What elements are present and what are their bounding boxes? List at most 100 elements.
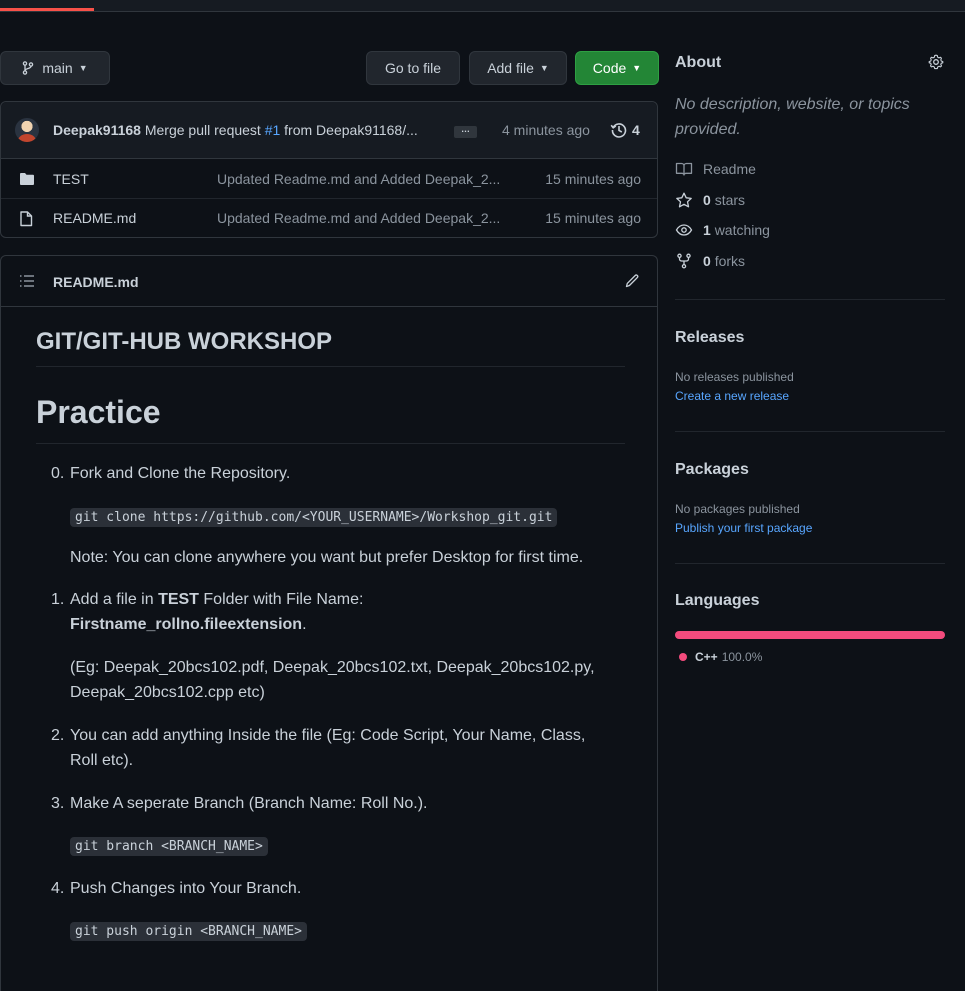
list-text: . <box>302 616 307 633</box>
file-browser: Deepak91168 Merge pull request #1 from D… <box>0 101 658 238</box>
go-to-file-button[interactable]: Go to file <box>366 51 460 85</box>
list-text: Roll etc). <box>70 752 134 769</box>
stars-label: stars <box>714 192 746 208</box>
stars-link[interactable]: 0 stars <box>675 192 745 208</box>
commit-time[interactable]: 4 minutes ago <box>502 122 590 138</box>
language-percent: 100.0% <box>721 650 763 664</box>
list-bold: Firstname_rollno.fileextension <box>70 616 303 633</box>
readme-link[interactable]: Readme <box>675 161 756 177</box>
commit-history-link[interactable]: 4 <box>610 121 640 139</box>
releases-title[interactable]: Releases <box>675 329 744 347</box>
example-text: (Eg: Deepak_20bcs102.pdf, Deepak_20bcs10… <box>70 655 595 705</box>
commit-author[interactable]: Deepak91168 <box>53 122 141 138</box>
list-item: 1. Add a file in TEST Folder with File N… <box>51 587 630 637</box>
avatar[interactable] <box>15 118 39 142</box>
commit-message-suffix[interactable]: from Deepak91168/... <box>284 122 418 138</box>
list-number: 4. <box>51 880 65 897</box>
language-item[interactable]: C++ 100.0% <box>679 650 762 664</box>
edit-pencil-icon[interactable] <box>624 273 640 292</box>
file-row[interactable]: TEST Updated Readme.md and Added Deepak_… <box>1 160 657 199</box>
no-packages-text: No packages published <box>675 502 800 516</box>
language-color-dot <box>679 653 687 661</box>
file-icon <box>19 211 33 230</box>
readme-panel: README.md GIT/GIT-HUB WORKSHOP Practice … <box>0 255 658 991</box>
forks-label: forks <box>714 253 746 269</box>
list-item: 3. Make A seperate Branch (Branch Name: … <box>51 791 428 816</box>
commit-count: 4 <box>632 122 640 138</box>
branch-select-button[interactable]: main ▼ <box>0 51 110 85</box>
watching-label: watching <box>714 222 770 238</box>
about-title: About <box>675 54 722 71</box>
watching-count: 1 <box>703 222 711 238</box>
example-line: (Eg: Deepak_20bcs102.pdf, Deepak_20bcs10… <box>70 659 595 676</box>
code-snippet: git branch <BRANCH_NAME> <box>70 837 268 856</box>
file-name[interactable]: README.md <box>53 210 136 226</box>
list-number: 0. <box>51 465 65 482</box>
stars-count: 0 <box>703 192 711 208</box>
chevron-down-icon: ▼ <box>632 63 642 73</box>
file-commit-time: 15 minutes ago <box>545 210 641 226</box>
about-desc-line: No description, website, or topics <box>675 96 910 113</box>
gear-icon[interactable] <box>928 54 944 73</box>
create-release-link[interactable]: Create a new release <box>675 389 789 403</box>
top-strip <box>0 0 965 12</box>
chevron-down-icon: ▼ <box>78 63 88 73</box>
watching-link[interactable]: 1 watching <box>675 222 770 238</box>
code-button[interactable]: Code ▼ <box>575 51 659 85</box>
language-bar[interactable] <box>675 631 945 639</box>
list-text: You can add anything Inside the file (Eg… <box>70 727 586 744</box>
readme-heading-practice: Practice <box>36 394 625 444</box>
readme-header: README.md <box>1 256 657 307</box>
divider <box>675 563 945 564</box>
readme-label: Readme <box>703 161 756 177</box>
folder-icon <box>19 172 35 189</box>
chevron-down-icon: ▼ <box>539 63 549 73</box>
expand-commit-button[interactable]: … <box>454 125 477 138</box>
go-to-file-label: Go to file <box>384 60 442 76</box>
file-commit-message[interactable]: Updated Readme.md and Added Deepak_2... <box>217 171 522 187</box>
list-number: 3. <box>51 795 65 812</box>
list-bold: TEST <box>158 591 199 608</box>
languages-title: Languages <box>675 592 760 609</box>
note-text: Note: You can clone anywhere you want bu… <box>70 549 584 566</box>
code-label: Code <box>592 60 627 76</box>
divider <box>675 299 945 300</box>
pull-request-link[interactable]: #1 <box>265 122 281 138</box>
list-item: 4. Push Changes into Your Branch. <box>51 876 302 901</box>
code-snippet: git clone https://github.com/<YOUR_USERN… <box>70 508 558 527</box>
branch-label: main <box>42 60 73 76</box>
list-icon[interactable] <box>19 274 35 291</box>
list-number: 2. <box>51 727 65 744</box>
packages-title[interactable]: Packages <box>675 461 749 479</box>
example-line: Deepak_20bcs102.cpp etc) <box>70 684 265 701</box>
list-number: 1. <box>51 591 65 608</box>
file-commit-message[interactable]: Updated Readme.md and Added Deepak_2... <box>217 210 522 226</box>
list-text: Fork and Clone the Repository. <box>70 465 291 482</box>
language-name: C++ <box>695 650 718 664</box>
forks-link[interactable]: 0 forks <box>675 253 745 269</box>
file-row[interactable]: README.md Updated Readme.md and Added De… <box>1 199 657 238</box>
no-releases-text: No releases published <box>675 370 794 384</box>
list-text: Add a file in <box>70 591 159 608</box>
forks-count: 0 <box>703 253 711 269</box>
fork-icon <box>675 253 693 269</box>
star-icon <box>675 192 693 208</box>
list-text: Folder with File Name: <box>198 591 364 608</box>
list-item: 0. Fork and Clone the Repository. <box>51 461 291 486</box>
about-desc-line: provided. <box>675 121 741 138</box>
publish-package-link[interactable]: Publish your first package <box>675 521 812 535</box>
book-icon <box>675 161 693 177</box>
list-item: 2. You can add anything Inside the file … <box>51 723 586 773</box>
list-text: Make A seperate Branch (Branch Name: Rol… <box>70 795 428 812</box>
commit-message-prefix[interactable]: Merge pull request <box>145 122 261 138</box>
readme-heading-workshop: GIT/GIT-HUB WORKSHOP <box>36 328 625 367</box>
list-text: Push Changes into Your Branch. <box>70 880 302 897</box>
file-name[interactable]: TEST <box>53 171 89 187</box>
latest-commit-bar: Deepak91168 Merge pull request #1 from D… <box>1 102 657 159</box>
git-branch-icon <box>22 61 34 75</box>
history-icon <box>610 121 628 139</box>
add-file-button[interactable]: Add file ▼ <box>469 51 567 85</box>
file-commit-time: 15 minutes ago <box>545 171 641 187</box>
commit-message: Deepak91168 Merge pull request #1 from D… <box>53 122 418 138</box>
readme-title: README.md <box>53 274 139 290</box>
